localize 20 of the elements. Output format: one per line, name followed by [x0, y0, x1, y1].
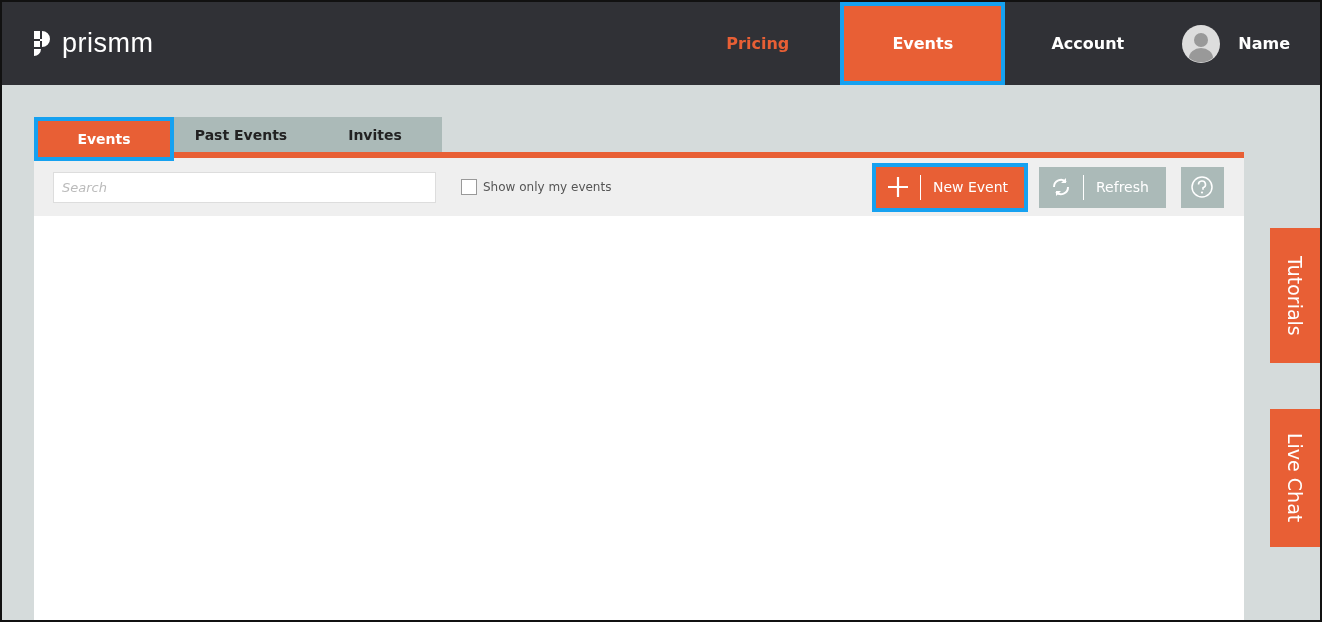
avatar-icon: [1182, 24, 1221, 63]
tab[interactable]: Events: [34, 117, 174, 161]
checkbox[interactable]: [461, 179, 477, 195]
logo-icon: [34, 30, 52, 57]
side-tab[interactable]: Tutorials: [1270, 228, 1320, 363]
refresh-icon: [1051, 177, 1071, 197]
tab[interactable]: Past Events: [174, 117, 308, 152]
checkbox-label: Show only my events: [483, 180, 612, 194]
plus-icon: [887, 177, 908, 197]
nav-link[interactable]: Pricing: [675, 2, 841, 85]
side-tab[interactable]: Live Chat: [1270, 409, 1320, 547]
logo-wordmark: prismm: [62, 28, 154, 59]
search-field[interactable]: Search: [53, 171, 436, 203]
user-name[interactable]: Name: [1238, 34, 1290, 53]
tab[interactable]: Invites: [308, 117, 442, 152]
nav-link[interactable]: Account: [1005, 2, 1171, 85]
nav-link[interactable]: Events: [840, 2, 1006, 85]
refresh-button[interactable]: Refresh: [1039, 166, 1166, 208]
help-button[interactable]: [1181, 166, 1224, 208]
help-icon: [1191, 176, 1213, 198]
